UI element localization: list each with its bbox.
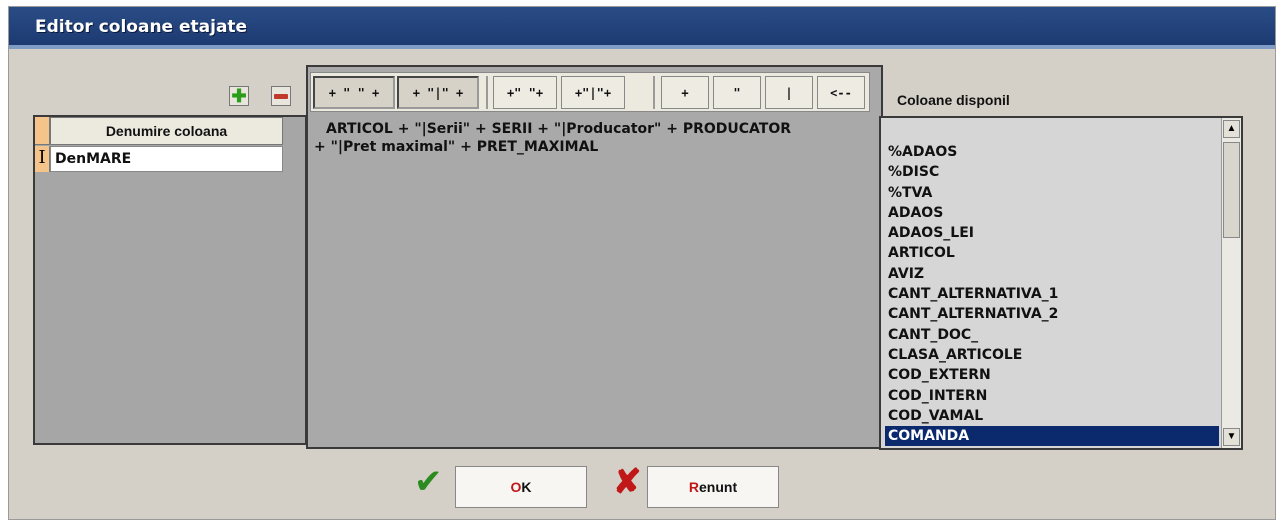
columns-grid[interactable]: Denumire coloana I DenMARE xyxy=(33,115,307,445)
available-columns-label: Coloane disponil xyxy=(897,92,1010,108)
available-column-item[interactable]: ADAOS xyxy=(885,203,1219,223)
available-column-item[interactable]: %DISC xyxy=(885,162,1219,182)
formula-line-1: ARTICOL + "|Serii" + SERII + "|Producato… xyxy=(326,121,792,137)
plus-icon: ✚ xyxy=(231,86,247,106)
cancel-accelerator: R xyxy=(688,479,699,495)
row-indicator: I xyxy=(35,146,50,172)
formula-toolbar: + " " + + "|" + +" "+ +"|"+ + " | <-- xyxy=(310,72,870,112)
insert-plus-button[interactable]: + xyxy=(661,76,709,109)
available-column-item[interactable]: CANT_ALTERNATIVA_1 xyxy=(885,284,1219,304)
formula-editor[interactable]: + " " + + "|" + +" "+ +"|"+ + " | <-- AR… xyxy=(306,65,883,449)
column-header-denumire[interactable]: Denumire coloana xyxy=(50,117,283,145)
available-column-item[interactable]: ADAOS_LEI xyxy=(885,223,1219,243)
insert-quote-pipe-button[interactable]: +"|"+ xyxy=(561,76,625,109)
cancel-label-rest: enunt xyxy=(699,479,738,495)
list-items: %ADAOS %DISC %TVA ADAOS ADAOS_LEI ARTICOL AVIZ… xyxy=(885,142,1219,447)
available-column-item[interactable]: %TVA xyxy=(885,183,1219,203)
available-column-item[interactable]: CANT_ALTERNATIVA_2 xyxy=(885,304,1219,324)
formula-text[interactable]: ARTICOL + "|Serii" + SERII + "|Producato… xyxy=(314,120,874,156)
add-column-button[interactable]: ✚ xyxy=(229,86,249,106)
x-icon: ✘ xyxy=(613,463,642,501)
grid-corner xyxy=(35,117,50,145)
title-bar: Editor coloane etajate xyxy=(9,7,1275,45)
remove-column-button[interactable] xyxy=(271,86,291,106)
minus-icon xyxy=(274,93,288,99)
insert-quote-button[interactable]: +" "+ xyxy=(493,76,557,109)
ok-accelerator: O xyxy=(510,479,522,495)
scrollbar-thumb[interactable] xyxy=(1223,142,1240,238)
available-column-item[interactable]: CANT_DOC_ xyxy=(885,325,1219,345)
available-column-item[interactable]: CLASA_ARTICOLE xyxy=(885,345,1219,365)
window-title: Editor coloane etajate xyxy=(35,17,248,37)
toolbar-separator xyxy=(653,76,655,109)
scroll-up-icon[interactable]: ▲ xyxy=(1223,120,1240,138)
cancel-button[interactable]: Renunt xyxy=(647,466,779,508)
available-columns-list[interactable]: %ADAOS %DISC %TVA ADAOS ADAOS_LEI ARTICOL AVIZ… xyxy=(879,116,1243,450)
backspace-button[interactable]: <-- xyxy=(817,76,865,109)
toolbar-separator xyxy=(486,76,488,109)
insert-space-separator-button[interactable]: + " " + xyxy=(313,76,395,109)
available-column-item[interactable]: COD_INTERN xyxy=(885,386,1219,406)
ok-button[interactable]: OK xyxy=(455,466,587,508)
vertical-scrollbar[interactable]: ▲ ▼ xyxy=(1221,118,1241,448)
scroll-down-icon[interactable]: ▼ xyxy=(1223,428,1240,446)
available-column-item[interactable]: COD_VAMAL xyxy=(885,406,1219,426)
title-strip xyxy=(9,45,1275,49)
available-column-item[interactable]: COD_EXTERN xyxy=(885,365,1219,385)
formula-line-2: + "|Pret maximal" + PRET_MAXIMAL xyxy=(314,139,599,155)
available-column-item[interactable]: %ADAOS xyxy=(885,142,1219,162)
available-column-item[interactable]: COMANDA xyxy=(885,426,1219,447)
available-column-item[interactable]: ARTICOL xyxy=(885,243,1219,263)
ok-label-rest: K xyxy=(521,479,532,495)
available-column-item[interactable]: AVIZ xyxy=(885,264,1219,284)
insert-pipe-button[interactable]: | xyxy=(765,76,813,109)
insert-quote-char-button[interactable]: " xyxy=(713,76,761,109)
column-name-cell[interactable]: DenMARE xyxy=(50,146,283,172)
checkmark-icon: ✔ xyxy=(414,463,443,501)
insert-pipe-separator-button[interactable]: + "|" + xyxy=(397,76,479,109)
